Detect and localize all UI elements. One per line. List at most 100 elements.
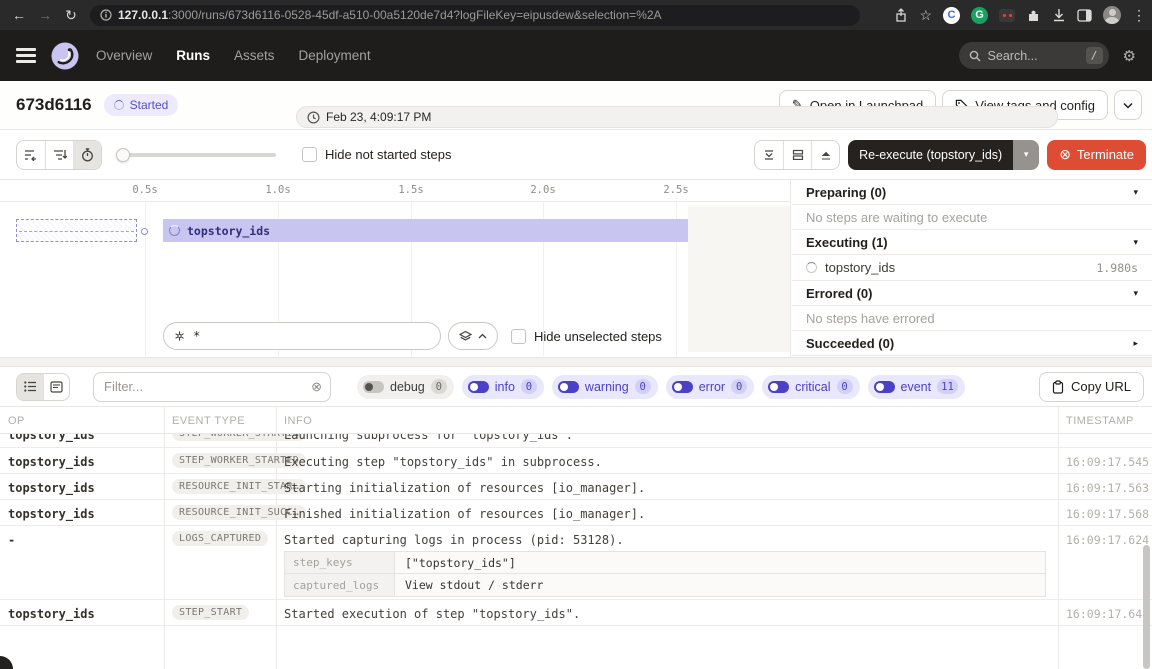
bookmark-star-icon[interactable]: ☆ (919, 8, 932, 22)
extensions-puzzle-icon[interactable] (1026, 8, 1041, 23)
run-header: 673d6116 Started topstory_ids Feb 23, 4:… (0, 81, 1152, 130)
slider-track[interactable] (116, 153, 276, 157)
flatten-icon (24, 149, 38, 161)
log-filter-input[interactable] (93, 372, 331, 402)
log-row[interactable]: topstory_ids RESOURCE_INIT_STAR… Startin… (0, 474, 1152, 500)
extension-grammarly-icon[interactable]: G (971, 7, 988, 24)
timeline-tick: 0.5s (132, 184, 157, 196)
site-info-icon[interactable] (100, 9, 112, 21)
log-level-filters: debug 0 info 0 warning 0 error 0 critica… (357, 375, 965, 399)
search-shortcut-key: / (1086, 47, 1103, 64)
gantt-step-bar[interactable]: topstory_ids (163, 219, 688, 242)
log-row[interactable]: topstory_ids STEP_WORKER_STARTED Executi… (0, 448, 1152, 474)
slider-knob[interactable] (116, 148, 130, 162)
hide-unselected-checkbox[interactable]: Hide unselected steps (511, 329, 662, 344)
caret-down-icon: ▾ (1133, 237, 1138, 248)
back-icon[interactable]: ← (6, 7, 32, 23)
nav-assets[interactable]: Assets (234, 48, 275, 63)
checkbox-icon[interactable] (511, 329, 526, 344)
reexecute-button[interactable]: Re-execute (topstory_ids) (848, 140, 1013, 170)
graph-layers-button[interactable] (448, 322, 498, 350)
side-panel-icon[interactable] (1077, 9, 1092, 22)
nav-deployment[interactable]: Deployment (299, 48, 371, 63)
forward-icon[interactable]: → (32, 7, 58, 23)
level-count-badge: 0 (731, 379, 747, 394)
extension-c-icon[interactable]: C (943, 7, 960, 24)
terminate-button[interactable]: ⊗ Terminate (1047, 140, 1146, 170)
log-filter-wrap: ⊗ (93, 372, 331, 402)
col-timestamp: TIMESTAMP (1066, 415, 1134, 427)
section-succeeded[interactable]: Succeeded (0) ▸ (792, 331, 1152, 356)
gantt-zoom-slider[interactable] (116, 147, 276, 163)
chevron-up-icon (478, 333, 487, 339)
hide-not-started-checkbox[interactable]: Hide not started steps (302, 147, 451, 162)
event-type-badge: LOGS_CAPTURED (172, 531, 268, 546)
log-structured-view-button[interactable] (43, 374, 69, 400)
run-more-actions-button[interactable] (1114, 90, 1142, 120)
log-row[interactable]: topstory_ids STEP_START Started executio… (0, 600, 1152, 626)
level-critical-toggle[interactable]: critical 0 (762, 375, 859, 399)
log-list-view-button[interactable] (17, 374, 43, 400)
section-preparing[interactable]: Preparing (0) ▾ (792, 180, 1152, 205)
step-spinner-icon (806, 262, 817, 273)
menu-dots-icon[interactable]: ⋮ (1132, 8, 1146, 22)
level-event-toggle[interactable]: event 11 (868, 375, 965, 399)
pane-splitter[interactable] (0, 357, 1152, 367)
log-row-clipped[interactable]: topstory_ids STEP_WORKER_STARTI… Launchi… (0, 434, 1152, 448)
timeline-tick: 2.0s (530, 184, 555, 196)
search-icon (969, 50, 981, 62)
reexecute-caret-button[interactable]: ▾ (1013, 140, 1039, 170)
reload-icon[interactable]: ↻ (58, 7, 84, 24)
log-row[interactable]: topstory_ids RESOURCE_INIT_SUCC… Finishe… (0, 500, 1152, 526)
log-scrollbar-thumb[interactable] (1143, 545, 1150, 669)
hamburger-menu-icon[interactable] (16, 48, 36, 63)
log-metadata-table: step_keys ["topstory_ids"] captured_logs… (284, 551, 1046, 597)
timeline-tick: 1.5s (398, 184, 423, 196)
gantt-timeline: 0.5s 1.0s 1.5s 2.0s 2.5s (0, 180, 790, 202)
copy-url-button[interactable]: Copy URL (1039, 372, 1144, 402)
checkbox-icon[interactable] (302, 147, 317, 162)
level-debug-toggle[interactable]: debug 0 (357, 375, 454, 399)
app-header: Overview Runs Assets Deployment Search..… (0, 30, 1152, 81)
collapse-bottom-pane-button[interactable] (755, 141, 783, 169)
gantt-mode-flat-button[interactable] (17, 141, 45, 169)
split-rows-icon (792, 149, 804, 161)
level-warning-toggle[interactable]: warning 0 (552, 375, 658, 399)
clipboard-icon (1052, 380, 1064, 394)
section-errored[interactable]: Errored (0) ▾ (792, 281, 1152, 306)
extension-robot-icon[interactable] (999, 9, 1015, 22)
dagster-logo[interactable] (50, 41, 80, 71)
collapse-top-pane-button[interactable] (811, 141, 839, 169)
clear-filter-icon[interactable]: ⊗ (311, 379, 322, 395)
section-executing[interactable]: Executing (1) ▾ (792, 230, 1152, 255)
level-info-toggle[interactable]: info 0 (462, 375, 544, 399)
url-bar[interactable]: 127.0.0.1:3000/runs/673d6116-0528-45df-a… (90, 5, 860, 26)
nav-runs[interactable]: Runs (176, 48, 210, 63)
gantt-mode-timed-button[interactable] (73, 141, 101, 169)
nav-overview[interactable]: Overview (96, 48, 152, 63)
step-spinner-icon (169, 225, 180, 236)
step-selector-input-wrap[interactable] (163, 322, 441, 350)
step-selector-input[interactable] (193, 329, 430, 343)
level-count-badge: 0 (431, 379, 447, 394)
search-placeholder: Search... (988, 49, 1038, 63)
captured-logs-link[interactable]: View stdout / stderr (395, 574, 1045, 596)
caret-right-icon: ▸ (1133, 338, 1138, 349)
terminate-x-icon: ⊗ (1059, 146, 1071, 163)
level-error-toggle[interactable]: error 0 (666, 375, 754, 399)
gantt-waiting-box[interactable] (16, 219, 137, 242)
global-search[interactable]: Search... / (959, 42, 1109, 69)
settings-gear-icon[interactable]: ⚙ (1123, 47, 1136, 65)
gantt-toolbar: Hide not started steps Re-execute (topst… (0, 130, 1152, 180)
log-row-logs-captured[interactable]: - LOGS_CAPTURED Started capturing logs i… (0, 526, 1152, 600)
meta-key: captured_logs (285, 574, 395, 596)
downloads-icon[interactable] (1052, 8, 1066, 22)
gantt-mode-waterfall-button[interactable] (45, 141, 73, 169)
structured-view-icon (50, 381, 63, 393)
layers-icon (459, 330, 472, 343)
executing-step-row[interactable]: topstory_ids 1.980s (792, 255, 1152, 281)
profile-avatar[interactable] (1103, 6, 1121, 24)
split-panes-button[interactable] (783, 141, 811, 169)
share-icon[interactable] (894, 8, 908, 23)
chevron-down-icon (1123, 102, 1133, 109)
